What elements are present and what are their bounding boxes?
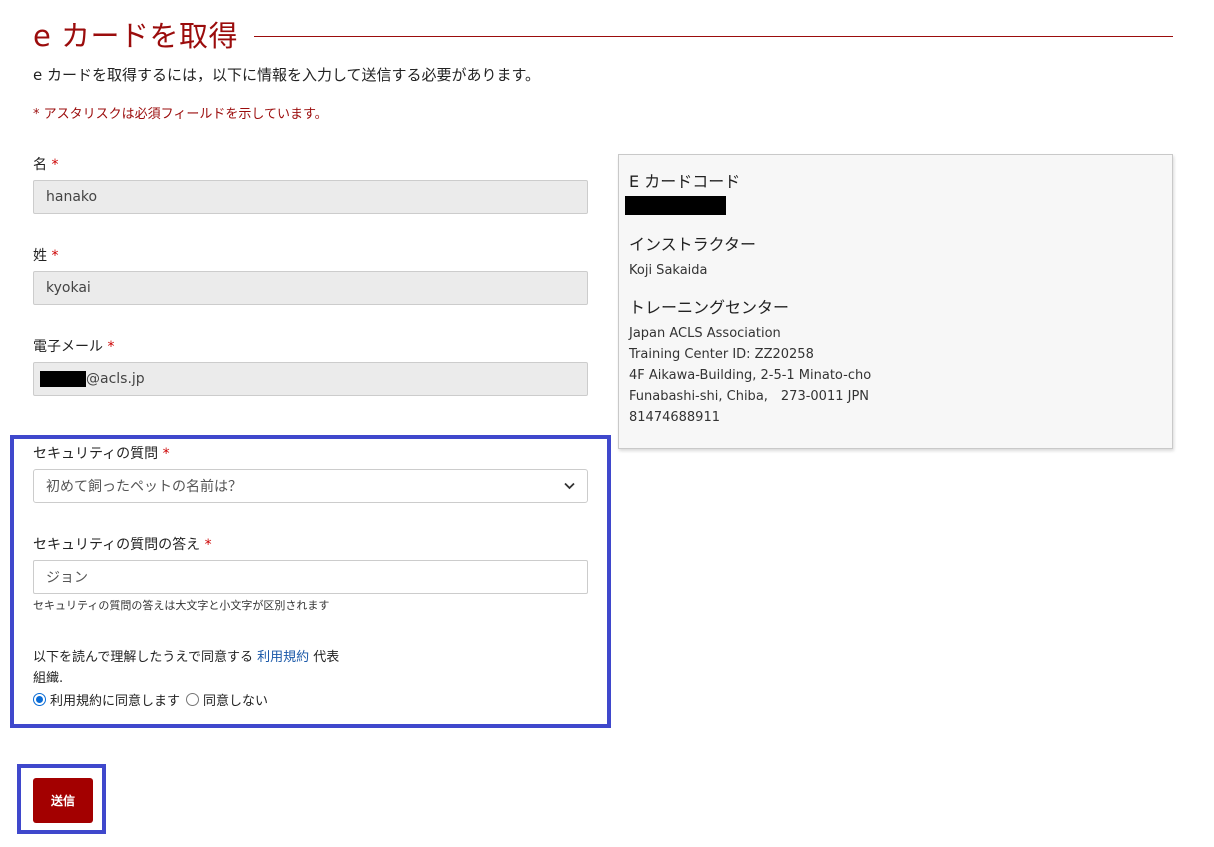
redaction-block (40, 371, 86, 387)
last-name-label: 姓 * (33, 245, 58, 265)
required-asterisk: * (107, 339, 115, 355)
intro-text: e カードを取得するには，以下に情報を入力して送信する必要があります。 (33, 66, 541, 84)
center-line: 4F Aikawa-Building, 2-5-1 Minato-cho (629, 368, 872, 383)
email-field[interactable]: @acls.jp (33, 362, 588, 396)
highlight-box-security (10, 435, 611, 728)
first-name-field[interactable]: hanako (33, 180, 588, 214)
center-line: 81474688911 (629, 410, 720, 425)
first-name-label-text: 名 (33, 157, 47, 173)
email-label: 電子メール * (33, 336, 114, 356)
first-name-label: 名 * (33, 154, 58, 174)
instructor-heading: インストラクター (629, 235, 757, 254)
center-line: Japan ACLS Association (629, 326, 781, 341)
center-line: Training Center ID: ZZ20258 (629, 347, 814, 362)
page-header: e カードを取得 (33, 14, 1173, 54)
email-label-text: 電子メール (33, 339, 103, 355)
title-divider (254, 35, 1173, 37)
training-center-heading: トレーニングセンター (629, 298, 790, 317)
ecard-code-redacted (625, 196, 726, 215)
training-center-details: Japan ACLS Association Training Center I… (629, 323, 871, 428)
submit-button[interactable]: 送信 (33, 778, 93, 823)
last-name-label-text: 姓 (33, 248, 47, 264)
required-note: * アスタリスクは必須フィールドを示しています。 (33, 107, 328, 122)
first-name-value: hanako (46, 189, 98, 205)
page-title: e カードを取得 (33, 19, 239, 53)
last-name-field[interactable]: kyokai (33, 271, 588, 305)
email-value: @acls.jp (86, 371, 145, 387)
required-asterisk: * (51, 157, 59, 173)
instructor-name: Koji Sakaida (629, 263, 708, 278)
required-asterisk: * (51, 248, 59, 264)
center-line: Funabashi-shi, Chiba, 273-0011 JPN (629, 389, 870, 404)
ecard-info-panel: E カードコード インストラクター Koji Sakaida トレーニングセンタ… (618, 154, 1173, 449)
last-name-value: kyokai (46, 280, 91, 296)
ecard-code-heading: E カードコード (629, 172, 741, 191)
